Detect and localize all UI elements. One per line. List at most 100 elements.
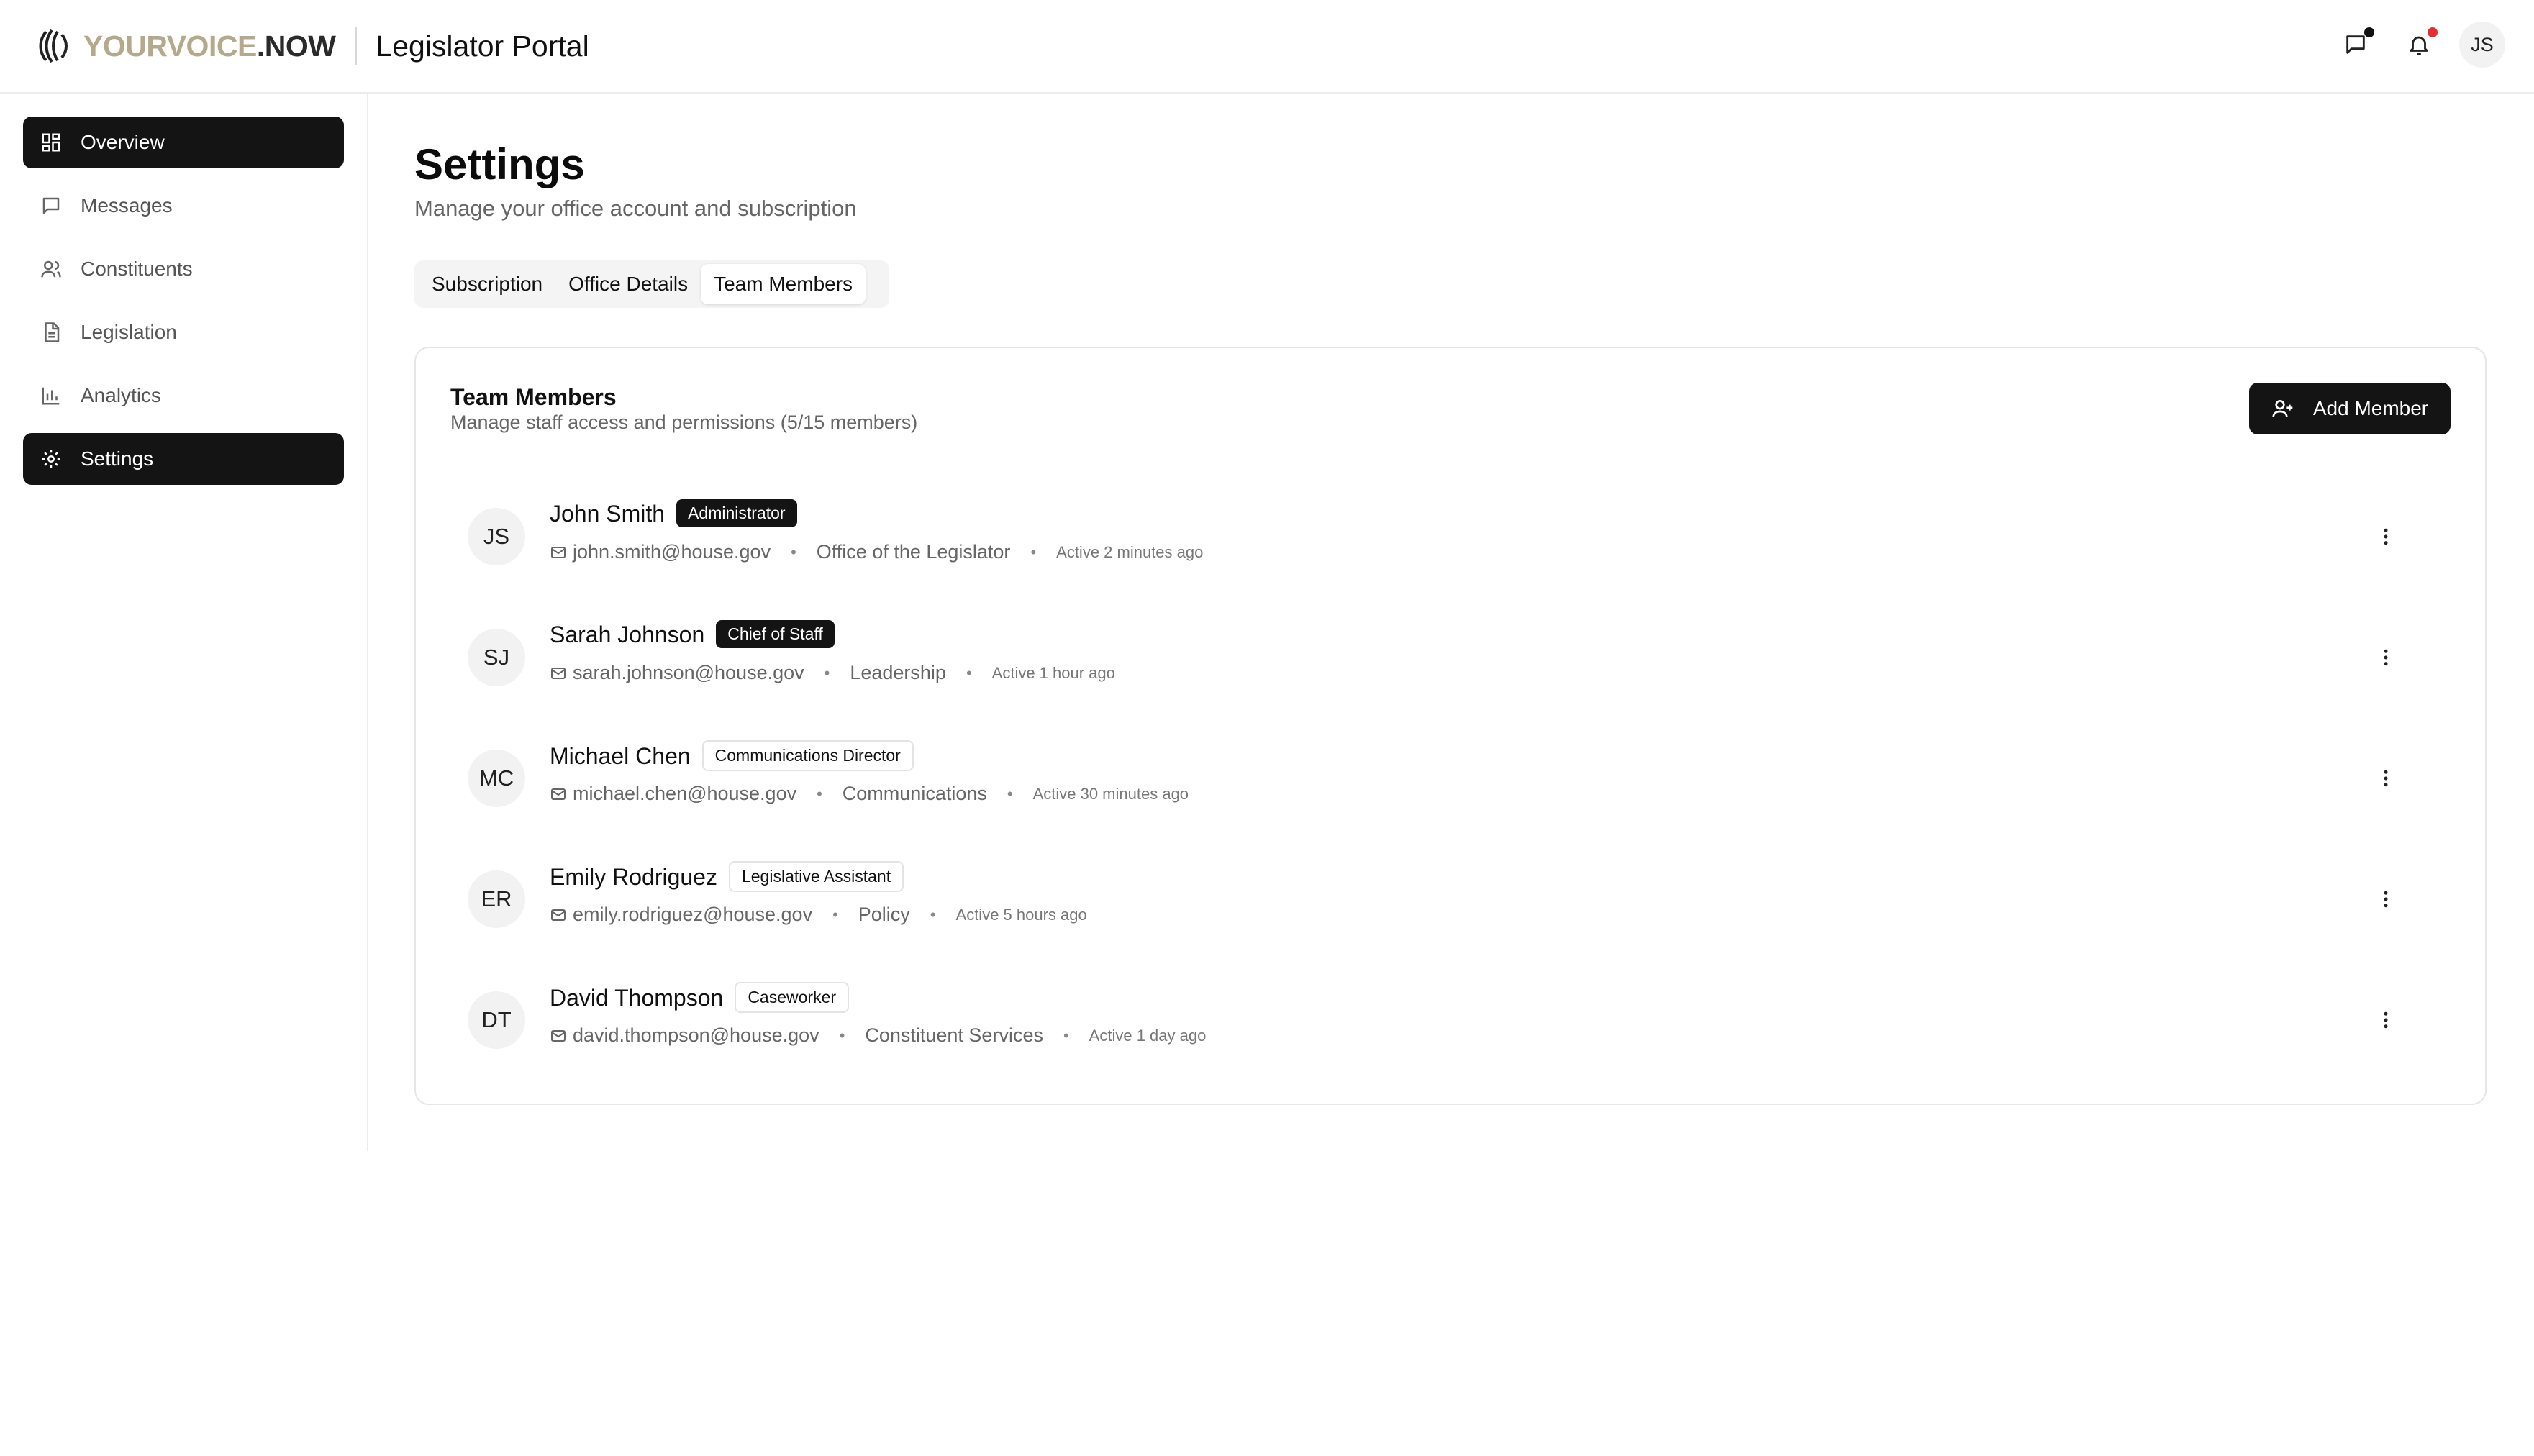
sidebar-item-label: Legislation [81,321,177,343]
separator-dot: • [930,905,936,924]
message-icon [2346,35,2365,54]
mail-icon [551,1029,566,1042]
messages-button[interactable] [2333,22,2379,68]
page-title: Settings [414,140,585,188]
portal-title: Legislator Portal [376,29,589,63]
member-name-line: John Smith Administrator [550,499,797,529]
separator-dot: • [817,784,822,803]
gear-icon [42,450,60,468]
sidebar-item-label: Settings [81,447,154,470]
member-actions-button[interactable] [2373,645,2399,670]
tab-team-members[interactable]: Team Members [701,264,866,304]
separator-dot: • [1007,784,1013,803]
member-name-line: Emily Rodriguez Legislative Assistant [550,861,904,894]
sidebar-item-label: Analytics [81,384,162,406]
member-department: Constituent Services [865,1024,1043,1046]
member-actions-button[interactable] [2373,886,2399,912]
member-last-active: Active 2 minutes ago [1056,542,1204,561]
document-icon [45,322,60,342]
member-department: Leadership [850,662,946,683]
member-meta: john.smith@house.gov • Office of the Leg… [550,541,1203,563]
bell-icon [2410,36,2428,55]
member-meta: emily.rodriguez@house.gov • Policy • Act… [550,904,1087,926]
team-member-row: ER Emily Rodriguez Legislative Assistant … [468,857,2436,944]
team-members-card: Team Members Manage staff access and per… [414,347,2487,1105]
member-avatar: JS [468,508,525,565]
team-member-row: JS John Smith Administrator john.smith@ho… [468,495,2436,581]
sidebar: Overview Messages Constituents Legislati… [0,94,368,1151]
brand-word-your-voice: YOURVOICE [83,29,257,63]
member-last-active: Active 30 minutes ago [1032,784,1189,803]
member-name-line: Michael Chen Communications Director [550,740,914,773]
member-meta: sarah.johnson@house.gov • Leadership • A… [550,662,1115,684]
top-bar: YOURVOICE.NOW Legislator Portal JS [0,0,2534,94]
message-icon [42,197,60,214]
sidebar-item-label: Overview [81,131,165,153]
member-actions-button[interactable] [2373,765,2399,791]
brand-divider [355,27,358,65]
tab-subscription[interactable]: Subscription [419,264,555,304]
add-member-label: Add Member [2312,397,2429,419]
sidebar-item-label: Constituents [81,258,193,280]
separator-dot: • [1030,542,1037,561]
mail-icon [551,667,566,679]
member-meta: michael.chen@house.gov • Communications … [550,783,1189,805]
add-user-icon [2272,400,2293,418]
add-member-button[interactable]: Add Member [2249,383,2451,434]
member-avatar: ER [468,870,525,928]
sidebar-item-overview[interactable]: Overview [23,117,344,168]
notifications-button[interactable] [2396,22,2442,68]
brand-word-now: .NOW [256,29,336,63]
member-department: Office of the Legislator [816,541,1011,563]
sidebar-item-analytics[interactable]: Analytics [23,370,344,422]
member-department: Policy [858,904,910,925]
card-title: Team Members [450,384,617,410]
more-vertical-icon [2384,891,2388,908]
sidebar-item-settings[interactable]: Settings [23,433,344,485]
role-badge: Legislative Assistant [728,861,904,892]
role-badge: Chief of Staff [716,620,835,649]
brand-wordmark: YOURVOICE.NOW [83,29,336,63]
more-vertical-icon [2384,528,2388,545]
member-email: david.thompson@house.gov [573,1024,819,1046]
more-vertical-icon [2384,770,2388,787]
sidebar-item-messages[interactable]: Messages [23,180,344,232]
member-avatar: DT [468,991,525,1049]
separator-dot: • [824,663,830,682]
member-meta: david.thompson@house.gov • Constituent S… [550,1024,1206,1047]
member-avatar: SJ [468,629,525,686]
top-actions: JS [2315,22,2505,68]
member-email: john.smith@house.gov [573,541,771,563]
more-vertical-icon [2384,1011,2388,1029]
member-email: sarah.johnson@house.gov [573,662,804,683]
sidebar-item-label: Messages [81,194,173,217]
bar-chart-icon [42,387,60,405]
card-subtitle: Manage staff access and permissions (5/1… [450,411,918,433]
team-member-row: DT David Thompson Caseworker david.thomps… [468,978,2436,1065]
more-vertical-icon [2384,649,2388,666]
member-department: Communications [842,783,987,804]
member-name-line: Sarah Johnson Chief of Staff [550,620,835,650]
member-avatar: MC [468,750,525,807]
role-badge: Caseworker [735,982,850,1013]
page-subtitle: Manage your office account and subscript… [414,196,857,221]
separator-dot: • [791,542,796,561]
role-badge: Communications Director [701,740,914,771]
logo-icon [39,29,68,63]
separator-dot: • [966,663,972,682]
grid-icon [42,133,60,152]
member-name: Michael Chen [550,742,691,769]
user-avatar[interactable]: JS [2459,22,2505,68]
member-actions-button[interactable] [2373,524,2399,550]
member-email: emily.rodriguez@house.gov [573,904,813,925]
settings-tabs: Subscription Office Details Team Members [414,260,889,308]
brand[interactable]: YOURVOICE.NOW [36,26,336,66]
sidebar-item-legislation[interactable]: Legislation [23,306,344,358]
message-indicator-dot [2364,27,2374,37]
tab-office-details[interactable]: Office Details [555,264,701,304]
users-icon [41,260,61,278]
member-name: John Smith [550,501,666,527]
sidebar-item-constituents[interactable]: Constituents [23,243,344,295]
member-actions-button[interactable] [2373,1007,2399,1033]
member-last-active: Active 1 day ago [1089,1026,1207,1045]
